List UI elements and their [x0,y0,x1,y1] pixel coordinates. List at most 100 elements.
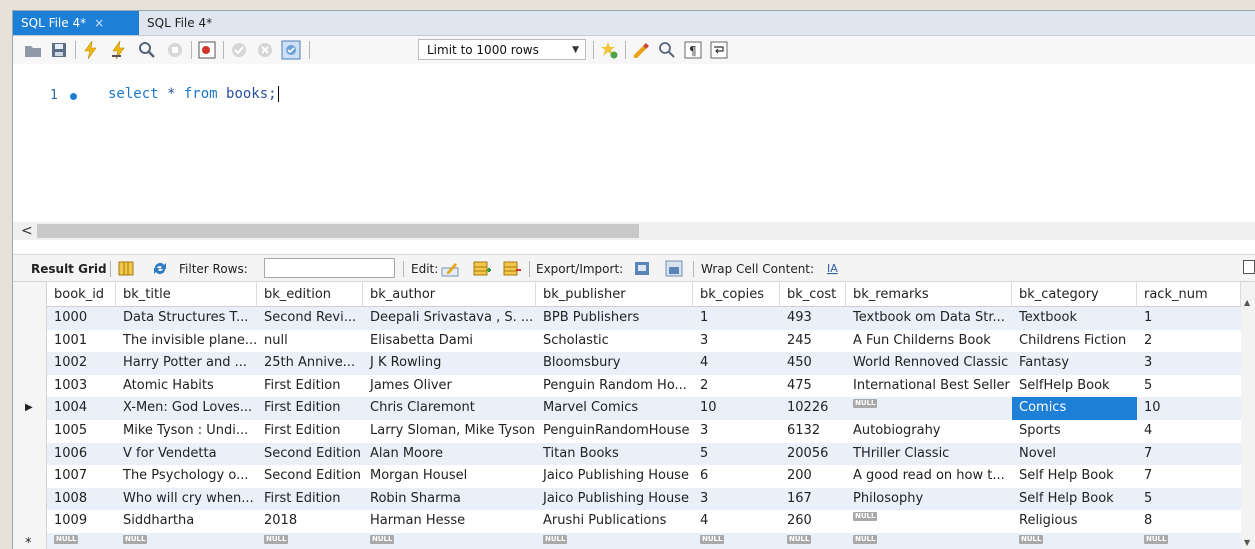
table-cell-bk-cost[interactable]: 493 [780,307,846,330]
table-cell-bk-title[interactable]: The Psychology o... [116,465,257,488]
grid-view-icon[interactable] [117,260,135,277]
table-cell-bk-category[interactable]: Novel [1012,443,1137,466]
filter-rows-input[interactable] [264,258,395,278]
table-cell-bk-cost[interactable]: 6132 [780,420,846,443]
column-header-bk-author[interactable]: bk_author [363,282,536,307]
table-cell-bk-edition[interactable]: First Edition [257,488,363,511]
table-cell-bk-category[interactable]: Self Help Book [1012,488,1137,511]
table-cell-bk-publisher[interactable]: Titan Books [536,443,693,466]
table-cell-rack-num[interactable]: 7 [1137,465,1241,488]
execute-current-icon[interactable] [109,40,129,60]
table-cell-book-id[interactable]: 1004 [47,397,116,420]
table-cell-bk-copies[interactable]: 1 [693,307,780,330]
table-cell-bk-cost[interactable]: 260 [780,510,846,533]
table-cell-bk-publisher[interactable]: NULL [536,533,693,549]
row-header[interactable] [13,374,47,398]
table-row[interactable]: 1008 Who will cry when... First Edition Rob… [13,487,1255,511]
row-header[interactable] [13,307,47,330]
table-cell-bk-author[interactable]: Elisabetta Dami [363,330,536,353]
sql-query-text[interactable]: select * from books; [108,86,279,102]
table-cell-bk-remarks[interactable]: NULL [846,510,1012,533]
table-cell-rack-num[interactable]: NULL [1137,533,1241,549]
table-cell-bk-publisher[interactable]: Jaico Publishing House [536,488,693,511]
table-cell-bk-title[interactable]: The invisible plane... [116,330,257,353]
column-header-bk-category[interactable]: bk_category [1012,282,1137,307]
add-snippet-icon[interactable] [599,40,619,60]
table-cell-bk-copies[interactable]: 5 [693,443,780,466]
table-cell-bk-publisher[interactable]: Scholastic [536,330,693,353]
row-header[interactable] [13,329,47,353]
delete-row-icon[interactable] [503,260,521,277]
table-cell-bk-author[interactable]: NULL [363,533,536,549]
new-row-placeholder[interactable]: * NULL NULL NULL NULL NULL NULL NULL NULL NULL NUL… [13,533,1255,549]
sql-editor[interactable]: 1 select * from books; [13,64,1255,222]
table-row[interactable]: 1005 Mike Tyson : Undi... First Edition Lar… [13,420,1255,443]
table-cell-bk-title[interactable]: Atomic Habits [116,375,257,398]
column-header-book-id[interactable]: book_id [47,282,116,307]
column-header-bk-cost[interactable]: bk_cost [780,282,846,307]
table-cell-bk-copies[interactable]: NULL [693,533,780,549]
table-cell-bk-publisher[interactable]: Jaico Publishing House [536,465,693,488]
table-cell-bk-copies[interactable]: 4 [693,352,780,375]
commit-icon[interactable] [229,40,249,60]
explain-icon[interactable] [137,40,157,60]
table-cell-bk-publisher[interactable]: Penguin Random Ho... [536,375,693,398]
tab-sql-file-inactive[interactable]: SQL File 4* [139,11,229,35]
table-cell-bk-category[interactable]: Sports [1012,420,1137,443]
table-cell-bk-remarks[interactable]: Philosophy [846,488,1012,511]
table-cell-bk-edition[interactable]: null [257,330,363,353]
wrap-text-icon[interactable]: IA [825,260,843,277]
table-cell-bk-author[interactable]: Robin Sharma [363,488,536,511]
table-cell-bk-edition[interactable]: Second Revi... [257,307,363,330]
table-cell-bk-title[interactable]: X-Men: God Loves... [116,397,257,420]
column-header-bk-title[interactable]: bk_title [116,282,257,307]
table-cell-bk-author[interactable]: James Oliver [363,375,536,398]
row-header[interactable] [13,465,47,488]
table-cell-bk-edition[interactable]: Second Edition [257,465,363,488]
open-folder-icon[interactable] [23,40,43,60]
editor-horizontal-scrollbar[interactable]: < [13,222,1255,240]
tab-sql-file-active[interactable]: SQL File 4* × [13,11,139,35]
invisible-chars-icon[interactable]: ¶ [683,40,703,60]
table-row[interactable]: 1001 The invisible plane... null Elisabetta… [13,329,1255,353]
autocommit-icon[interactable] [281,40,301,60]
table-cell-rack-num[interactable]: 10 [1137,397,1241,420]
execute-icon[interactable] [81,40,101,60]
limit-rows-select[interactable]: Limit to 1000 rows ▼ [418,39,586,60]
table-cell-bk-copies[interactable]: 3 [693,488,780,511]
table-cell-bk-title[interactable]: V for Vendetta [116,443,257,466]
table-cell-rack-num[interactable]: 8 [1137,510,1241,533]
table-cell-bk-title[interactable]: Data Structures T... [116,307,257,330]
table-cell-bk-category[interactable]: Self Help Book [1012,465,1137,488]
table-cell-bk-remarks[interactable]: THriller Classic [846,443,1012,466]
table-cell-bk-cost[interactable]: 245 [780,330,846,353]
table-cell-bk-cost[interactable]: 475 [780,375,846,398]
table-cell-bk-publisher[interactable]: Marvel Comics [536,397,693,420]
table-cell-bk-remarks[interactable]: A good read on how t... [846,465,1012,488]
table-cell-bk-remarks[interactable]: A Fun Childerns Book [846,330,1012,353]
table-cell-bk-category[interactable]: Childrens Fiction [1012,330,1137,353]
table-cell-bk-category[interactable]: Religious [1012,510,1137,533]
table-cell-bk-copies[interactable]: 10 [693,397,780,420]
table-cell-bk-publisher[interactable]: Bloomsbury [536,352,693,375]
table-cell-bk-cost[interactable]: 167 [780,488,846,511]
table-cell-bk-title[interactable]: Who will cry when... [116,488,257,511]
table-cell-book-id[interactable]: 1005 [47,420,116,443]
table-cell-bk-copies[interactable]: 6 [693,465,780,488]
table-cell-bk-publisher[interactable]: Arushi Publications [536,510,693,533]
table-row[interactable]: 1009 Siddhartha 2018 Harman Hesse Arushi Pub… [13,510,1255,533]
table-cell-bk-edition[interactable]: 25th Annive... [257,352,363,375]
table-cell-bk-author[interactable]: Deepali Srivastava , S. ... [363,307,536,330]
table-cell-bk-category[interactable]: Fantasy [1012,352,1137,375]
table-cell-book-id[interactable]: 1000 [47,307,116,330]
table-cell-book-id[interactable]: 1007 [47,465,116,488]
table-cell-rack-num[interactable]: 5 [1137,488,1241,511]
table-cell-bk-edition[interactable]: First Edition [257,375,363,398]
rollback-icon[interactable] [255,40,275,60]
table-cell-bk-remarks[interactable]: World Rennoved Classic [846,352,1012,375]
scroll-left-icon[interactable]: < [21,222,33,240]
table-cell-bk-cost[interactable]: 10226 [780,397,846,420]
table-cell-book-id[interactable]: 1003 [47,375,116,398]
edit-row-icon[interactable] [441,260,459,277]
result-grid-button[interactable]: Result Grid [31,261,107,277]
